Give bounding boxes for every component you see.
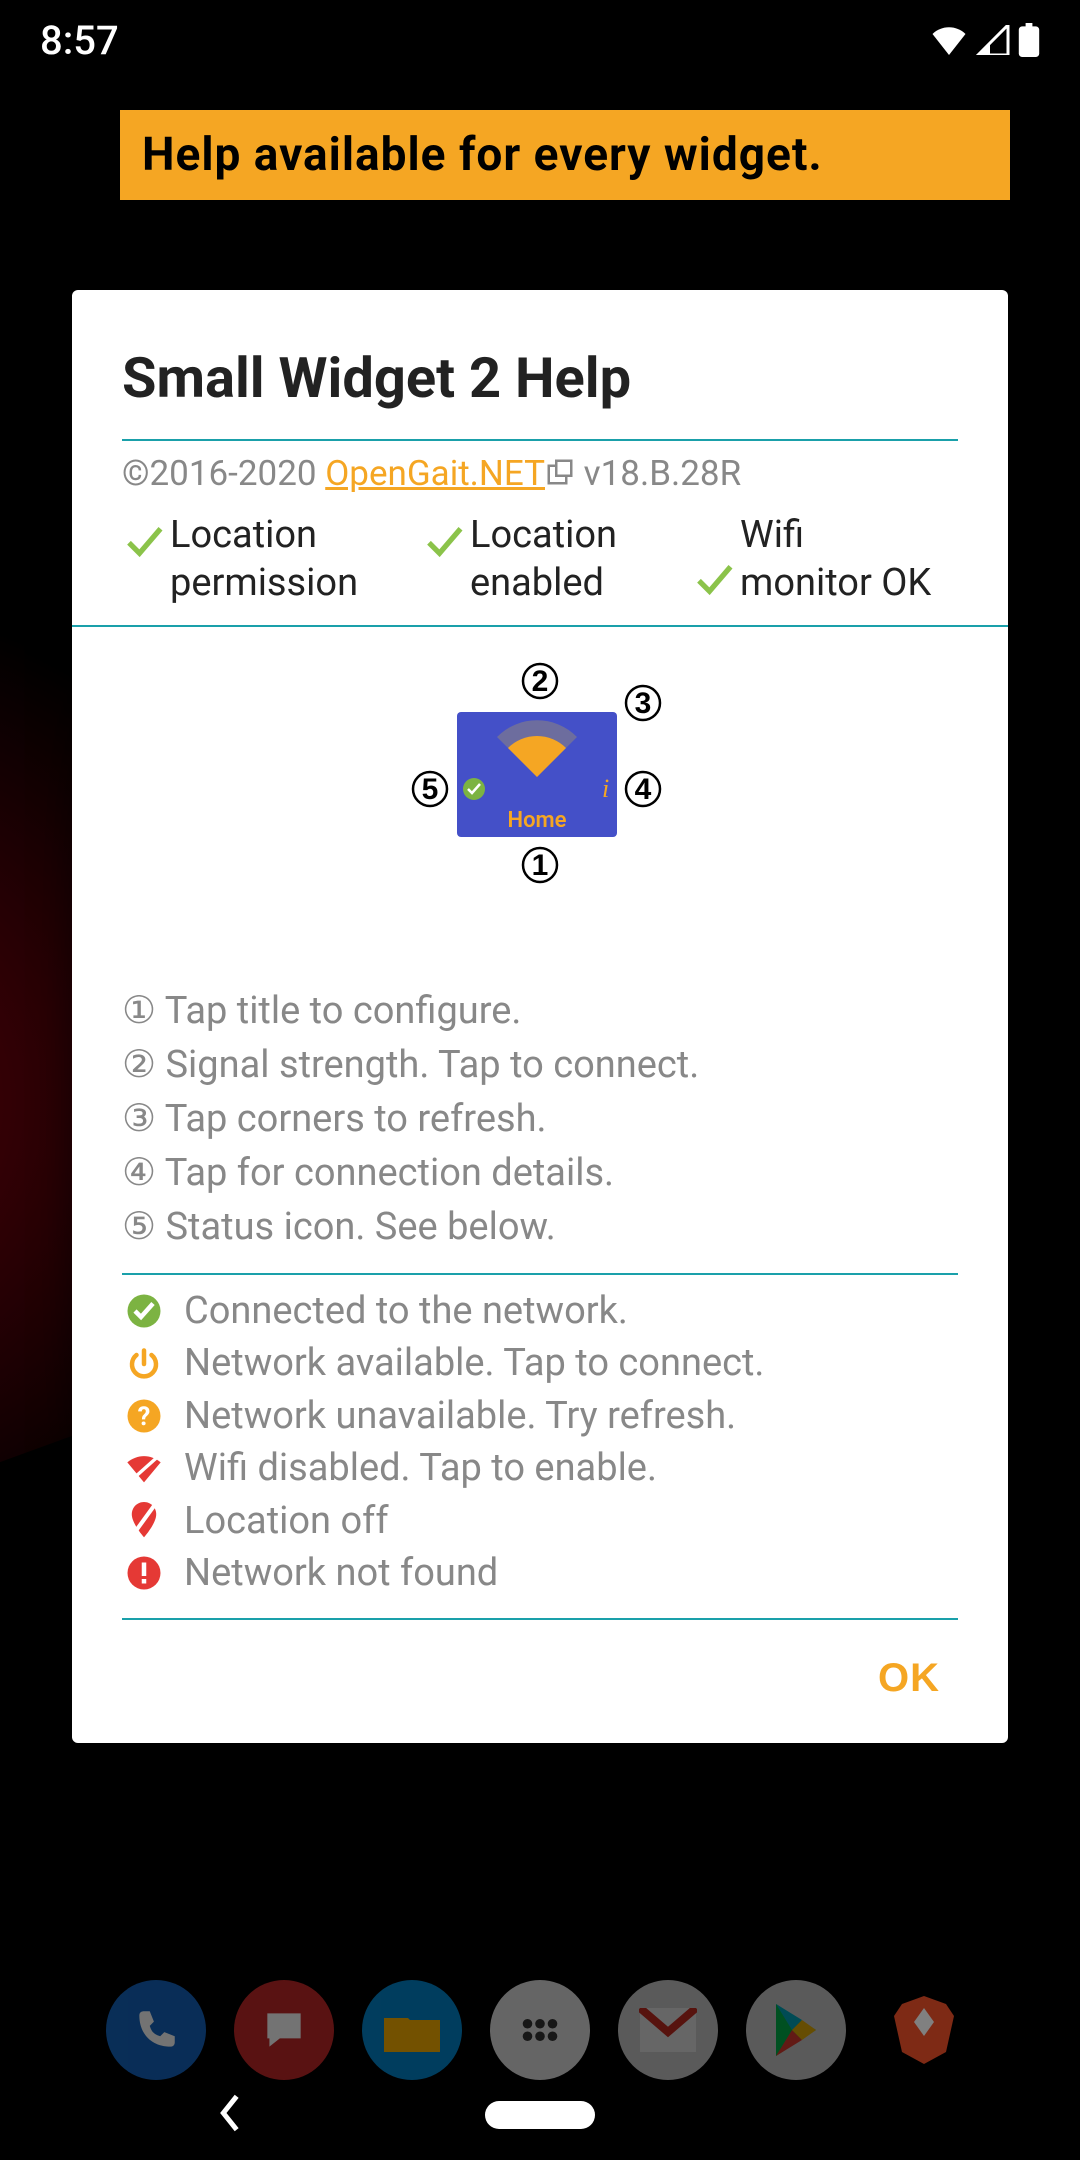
copyright-line: ©2016-2020 OpenGait.NET v18.B.28R [122, 441, 958, 506]
svg-text:i: i [602, 774, 609, 803]
status-label: Location enabled [470, 512, 692, 607]
permission-status-row: Location permission Location enabled Wif… [122, 506, 958, 625]
status-label: Wifi monitor OK [740, 512, 942, 607]
svg-text:3: 3 [635, 687, 652, 720]
status-label: Location permission [170, 512, 422, 607]
widget-diagram: 2 3 4 5 1 i Home [122, 627, 958, 967]
status-legend-list: Connected to the network. Network availa… [122, 1285, 958, 1600]
check-icon [122, 520, 164, 566]
dock-brave[interactable] [874, 1980, 974, 2080]
status-icons [930, 23, 1040, 57]
opengait-link[interactable]: OpenGait.NET [325, 453, 545, 494]
help-dialog: Small Widget 2 Help ©2016-2020 OpenGait.… [72, 290, 1008, 1743]
battery-icon [1018, 23, 1040, 57]
help-instruction-list: ① Tap title to configure. ② Signal stren… [122, 967, 958, 1255]
version-text: v18.B.28R [575, 453, 741, 494]
divider [122, 1273, 958, 1275]
status-bar: 8:57 [0, 0, 1080, 80]
dialog-title: Small Widget 2 Help [122, 345, 958, 411]
wifi-icon [930, 25, 968, 55]
external-link-icon [545, 455, 575, 496]
help-banner: Help available for every widget. [120, 110, 1010, 200]
location-off-icon [122, 1502, 166, 1540]
status-location-enabled: Location enabled [422, 512, 692, 607]
error-circle-icon [122, 1555, 166, 1591]
dock-app-drawer[interactable] [490, 1980, 590, 2080]
svg-text:5: 5 [422, 773, 439, 806]
dock-gmail[interactable] [618, 1980, 718, 2080]
signal-icon [976, 25, 1010, 55]
status-wifi-monitor: Wifi monitor OK [692, 512, 942, 607]
home-pill[interactable] [485, 2101, 595, 2129]
legend-text: Network unavailable. Try refresh. [184, 1390, 736, 1442]
dock-messages[interactable] [234, 1980, 334, 2080]
back-button[interactable] [215, 2093, 245, 2137]
power-icon [122, 1346, 166, 1382]
check-icon [422, 520, 464, 566]
diagram-home-label: Home [508, 808, 567, 833]
dock-files[interactable] [362, 1980, 462, 2080]
check-icon [692, 558, 734, 604]
legend-text: Network available. Tap to connect. [184, 1337, 764, 1389]
question-circle-icon: ? [122, 1398, 166, 1434]
legend-connected: Connected to the network. [122, 1285, 958, 1337]
dock-phone[interactable] [106, 1980, 206, 2080]
legend-wifi-disabled: Wifi disabled. Tap to enable. [122, 1442, 958, 1494]
status-location-permission: Location permission [122, 512, 422, 607]
help-line-1: ① Tap title to configure. [122, 985, 958, 1039]
dock-play-store[interactable] [746, 1980, 846, 2080]
navigation-bar [0, 2070, 1080, 2160]
help-line-2: ② Signal strength. Tap to connect. [122, 1039, 958, 1093]
legend-text: Network not found [184, 1547, 498, 1599]
help-line-3: ③ Tap corners to refresh. [122, 1093, 958, 1147]
wifi-off-icon [122, 1451, 166, 1487]
ok-button[interactable]: OK [878, 1656, 940, 1701]
legend-available: Network available. Tap to connect. [122, 1337, 958, 1389]
status-time: 8:57 [40, 17, 119, 64]
svg-text:4: 4 [635, 773, 652, 806]
svg-text:2: 2 [532, 665, 549, 698]
legend-unavailable: ? Network unavailable. Try refresh. [122, 1390, 958, 1442]
legend-text: Wifi disabled. Tap to enable. [184, 1442, 657, 1494]
legend-not-found: Network not found [122, 1547, 958, 1599]
legend-location-off: Location off [122, 1495, 958, 1547]
check-circle-icon [122, 1293, 166, 1329]
app-dock [0, 1980, 1080, 2080]
help-line-5: ⑤ Status icon. See below. [122, 1201, 958, 1255]
svg-text:1: 1 [532, 849, 549, 882]
legend-text: Connected to the network. [184, 1285, 628, 1337]
legend-text: Location off [184, 1495, 389, 1547]
copyright-prefix: ©2016-2020 [122, 453, 325, 494]
help-line-4: ④ Tap for connection details. [122, 1147, 958, 1201]
svg-text:?: ? [138, 1402, 151, 1432]
